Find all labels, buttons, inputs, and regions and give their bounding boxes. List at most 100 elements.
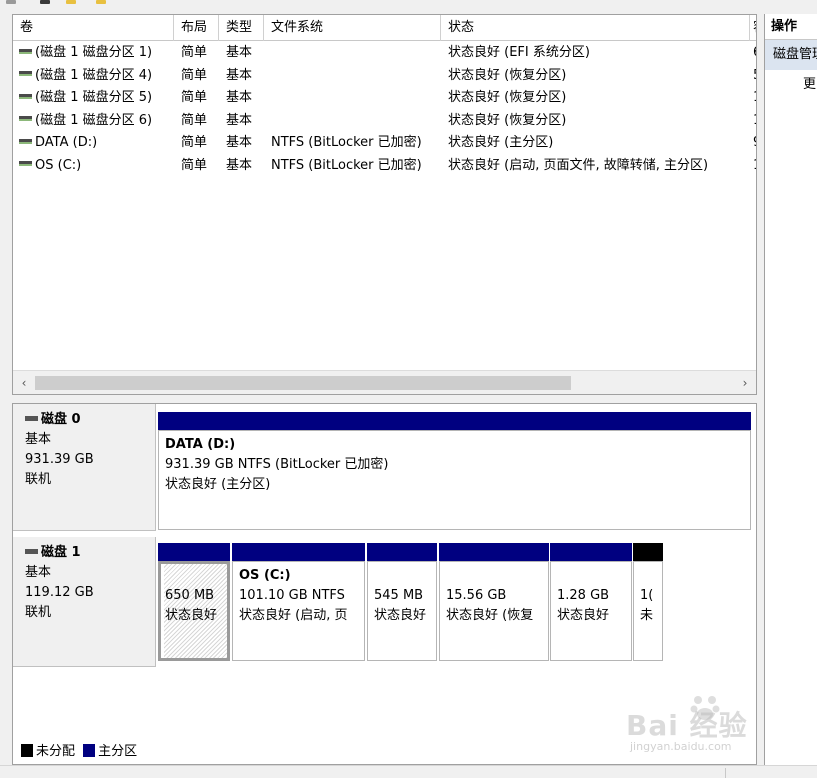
partition-text: DATA (D:) 931.39 GB NTFS (BitLocker 已加密) 状… [165,435,750,495]
cell-status: 状态良好 (主分区) [448,135,554,151]
table-row[interactable]: (磁盘 1 磁盘分区 4) 简单 基本 状态良好 (恢复分区) 5 [13,65,756,88]
cell-cap: 5 [753,65,756,87]
partition-body: 1( 未 [633,561,663,661]
column-header: 卷 布局 类型 文件系统 状态 容 [13,15,756,41]
volume-icon [19,161,32,167]
volume-name: DATA (D:) [35,135,98,151]
cell-status: 状态良好 (恢复分区) [448,90,567,106]
partition-title: OS (C:) [239,568,291,583]
partition-body: DATA (D:) 931.39 GB NTFS (BitLocker 已加密) 状… [158,430,751,530]
actions-section-disk-management[interactable]: 磁盘管理 [765,40,817,70]
cell-status: 状态良好 (恢复分区) [448,67,567,83]
partition-block[interactable]: 15.56 GB 状态良好 (恢复 [439,543,549,661]
table-row[interactable]: (磁盘 1 磁盘分区 6) 简单 基本 状态良好 (恢复分区) 1 [13,110,756,133]
volume-name: (磁盘 1 磁盘分区 6) [35,112,153,128]
actions-pane: 操作 磁盘管理 更多操作 [764,14,817,765]
partition-body: 15.56 GB 状态良好 (恢复 [439,561,549,661]
scroll-thumb[interactable] [35,376,571,390]
column-status[interactable]: 状态 [441,15,750,41]
cell-type: 基本 [226,90,253,106]
legend-unallocated-swatch [21,744,33,757]
partition-bar [158,412,751,430]
cell-volume: DATA (D:) [13,132,174,154]
cell-layout: 简单 [181,90,208,106]
partition-block[interactable]: 545 MB 状态良好 [367,543,437,661]
scroll-track[interactable] [35,376,734,390]
cell-status: 状态良好 (启动, 页面文件, 故障转储, 主分区) [448,157,709,173]
disk-label[interactable]: 磁盘 1 基本 119.12 GB 联机 [13,537,156,667]
volume-icon [19,48,32,54]
cell-type: 基本 [226,112,253,128]
toolbar-back-icon[interactable] [6,0,16,4]
partition-status: 状态良好 [165,608,218,623]
cell-cap: 1 [753,155,756,177]
toolbar [0,0,817,14]
volume-icon [19,71,32,77]
cell-status: 状态良好 (恢复分区) [448,112,567,128]
partition-bar [232,543,365,561]
partition-status: 状态良好 [374,608,427,623]
column-capacity[interactable]: 容 [750,15,756,41]
toolbar-properties-icon[interactable] [96,0,106,4]
partition-block[interactable]: OS (C:) 101.10 GB NTFS 状态良好 (启动, 页 [232,543,365,661]
partition-bar [158,543,230,561]
volume-name: (磁盘 1 磁盘分区 1) [35,45,153,60]
cell-status: 状态良好 (EFI 系统分区) [448,45,590,60]
legend: 未分配 主分区 [21,744,137,760]
cell-layout: 简单 [181,157,208,173]
table-row[interactable]: (磁盘 1 磁盘分区 5) 简单 基本 状态良好 (恢复分区) 1 [13,87,756,110]
partition-body: 1.28 GB 状态良好 [550,561,632,661]
disk-row: 磁盘 1 基本 119.12 GB 联机 650 MB 状态良好 OS (C:) 101.10… [13,537,756,667]
column-type[interactable]: 类型 [219,15,264,41]
partition-size: 545 MB [374,588,424,603]
disk-state: 联机 [25,605,52,620]
cell-fs: NTFS (BitLocker 已加密) [271,157,422,173]
volume-icon [19,93,32,99]
partition-bar [439,543,549,561]
cell-layout: 简单 [181,112,208,128]
partition-size: 15.56 GB [446,588,507,603]
partition-status: 状态良好 (启动, 页 [239,608,348,623]
scroll-left-button[interactable]: ‹ [13,371,35,394]
disk-type: 基本 [25,565,52,580]
disk-map[interactable]: 磁盘 0 基本 931.39 GB 联机 DATA (D:) 931.39 GB NTFS… [12,403,757,765]
partition-bar [367,543,437,561]
cell-layout: 简单 [181,67,208,83]
volume-list[interactable]: 卷 布局 类型 文件系统 状态 容 (磁盘 1 磁盘分区 1)简单基本状态良好 … [12,14,757,395]
partition-text: 650 MB 状态良好 [165,586,227,626]
table-row[interactable]: DATA (D:) 简单 基本 NTFS (BitLocker 已加密) 状态良好 (主… [13,132,756,155]
legend-unallocated-label: 未分配 [36,744,76,759]
column-volume[interactable]: 卷 [13,15,174,41]
column-layout[interactable]: 布局 [174,15,219,41]
disk-state: 联机 [25,472,52,487]
status-bar [0,765,817,778]
status-separator [725,768,726,778]
partition-block[interactable]: 1.28 GB 状态良好 [550,543,632,661]
toolbar-folder-icon[interactable] [66,0,76,4]
scroll-right-button[interactable]: › [734,371,756,394]
partition-block[interactable]: 650 MB 状态良好 [158,543,230,661]
cell-fs: NTFS (BitLocker 已加密) [271,135,422,151]
volume-name: (磁盘 1 磁盘分区 4) [35,67,153,83]
table-row[interactable]: OS (C:) 简单 基本 NTFS (BitLocker 已加密) 状态良好 (启动,… [13,155,756,178]
column-filesystem[interactable]: 文件系统 [264,15,441,41]
volume-icon [19,116,32,122]
cell-volume: (磁盘 1 磁盘分区 4) [13,65,174,87]
cell-cap: 9 [753,132,756,154]
partition-block[interactable]: DATA (D:) 931.39 GB NTFS (BitLocker 已加密) 状… [158,412,751,530]
disk-label[interactable]: 磁盘 0 基本 931.39 GB 联机 [13,404,156,531]
horizontal-scrollbar[interactable]: ‹ › [13,370,756,394]
toolbar-help-icon[interactable] [40,0,50,4]
disk-name: 磁盘 0 [41,412,81,427]
partition-status: 状态良好 [557,608,610,623]
partition-size: 1( [640,588,654,603]
partition-body: OS (C:) 101.10 GB NTFS 状态良好 (启动, 页 [232,561,365,661]
partition-block[interactable]: 1( 未 [633,543,663,661]
cell-volume: (磁盘 1 磁盘分区 6) [13,110,174,132]
more-actions-link[interactable]: 更多操作 [765,70,817,100]
partition-size: 1.28 GB [557,588,610,603]
table-row[interactable]: (磁盘 1 磁盘分区 1) 简单 基本 状态良好 (EFI 系统分区) 6 [13,42,756,65]
cell-layout: 简单 [181,135,208,151]
partition-status: 状态良好 (主分区) [165,477,271,492]
partition-status: 未 [640,608,654,623]
